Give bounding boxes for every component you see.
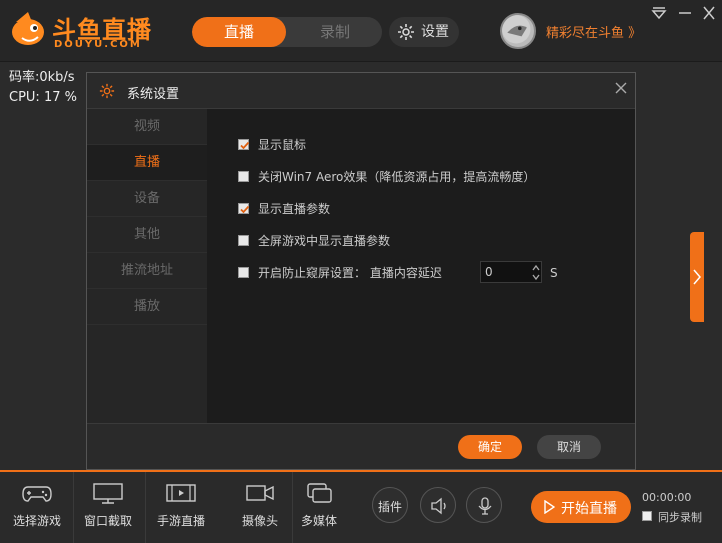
brand-domain: DOUYU.COM bbox=[54, 39, 142, 50]
promo-link[interactable]: 精彩尽在斗鱼 》 bbox=[546, 22, 641, 41]
dropdown-menu-icon[interactable] bbox=[650, 6, 668, 20]
option-anti-peek: 开启防止窥屏设置： 直播内容延迟 0 S bbox=[238, 261, 618, 283]
minimize-icon[interactable] bbox=[676, 6, 694, 20]
speaker-icon bbox=[431, 497, 446, 515]
spin-down-icon[interactable] bbox=[531, 273, 541, 282]
film-icon bbox=[166, 484, 196, 502]
camera-icon bbox=[246, 485, 274, 501]
chevron-right-icon bbox=[693, 269, 701, 285]
disable-aero-checkbox[interactable] bbox=[238, 171, 249, 182]
douyu-logo: 斗鱼直播 DOUYU.COM bbox=[8, 6, 168, 56]
sync-record-option: 同步录制 bbox=[642, 509, 712, 524]
gamepad-icon bbox=[22, 486, 52, 502]
fullscreen-params-checkbox[interactable] bbox=[238, 235, 249, 246]
start-live-label: 开始直播 bbox=[561, 501, 617, 517]
bottom-toolbar: 选择游戏 窗口截取 手游直播 摄像头 多媒体 插件 开始直播 00:00:00 … bbox=[0, 470, 722, 543]
side-panel-toggle[interactable] bbox=[690, 232, 704, 322]
delay-stepper[interactable]: 0 bbox=[480, 261, 542, 283]
avatar[interactable] bbox=[500, 13, 536, 49]
anti-peek-label: 开启防止窥屏设置： 直播内容延迟 bbox=[258, 266, 442, 280]
sidebar-item-stream-url[interactable]: 推流地址 bbox=[87, 253, 207, 289]
show-stream-params-checkbox[interactable] bbox=[238, 203, 250, 214]
gear-icon bbox=[99, 83, 115, 99]
sync-record-checkbox[interactable] bbox=[642, 511, 652, 521]
close-icon[interactable] bbox=[614, 81, 628, 95]
cancel-button[interactable]: 取消 bbox=[537, 435, 601, 459]
tab-live[interactable]: 直播 bbox=[192, 17, 286, 47]
disable-aero-label: 关闭Win7 Aero效果（降低资源占用，提高流畅度） bbox=[258, 170, 536, 184]
microphone-icon bbox=[478, 497, 492, 515]
tab-record[interactable]: 录制 bbox=[288, 17, 382, 47]
confirm-button[interactable]: 确定 bbox=[458, 435, 522, 459]
speaker-button[interactable] bbox=[420, 487, 456, 523]
live-timer: 00:00:00 bbox=[642, 491, 692, 504]
mode-tabs: 直播 录制 bbox=[192, 17, 382, 47]
select-game-button[interactable]: 选择游戏 bbox=[2, 472, 72, 543]
select-game-label: 选择游戏 bbox=[12, 514, 61, 528]
mobile-game-live-label: 手游直播 bbox=[156, 514, 205, 528]
sidebar-item-video[interactable]: 视频 bbox=[87, 109, 207, 145]
system-settings-dialog: 系统设置 视频 直播 设备 其他 推流地址 播放 显示鼠标 关闭Win7 Aer… bbox=[86, 72, 636, 470]
dialog-title-bar: 系统设置 bbox=[87, 73, 635, 109]
window-capture-button[interactable]: 窗口截取 bbox=[73, 472, 143, 543]
close-icon[interactable] bbox=[700, 6, 718, 20]
show-cursor-label: 显示鼠标 bbox=[258, 138, 307, 152]
show-stream-params-label: 显示直播参数 bbox=[258, 202, 331, 216]
stream-stats: 码率:0kb/s CPU: 17 % bbox=[9, 68, 77, 108]
play-icon bbox=[544, 500, 555, 514]
multimedia-button[interactable]: 多媒体 bbox=[284, 472, 354, 543]
gear-icon bbox=[398, 24, 414, 40]
avatar-shark-icon bbox=[502, 15, 531, 44]
top-bar: 斗鱼直播 DOUYU.COM 直播 录制 设置 精彩尽在斗鱼 》 bbox=[0, 0, 722, 62]
sync-record-label: 同步录制 bbox=[658, 511, 702, 524]
delay-unit: S bbox=[550, 266, 558, 280]
dialog-title: 系统设置 bbox=[127, 87, 180, 102]
plugin-label: 插件 bbox=[377, 500, 402, 514]
anti-peek-checkbox[interactable] bbox=[238, 267, 249, 278]
bitrate-text: 码率:0kb/s bbox=[9, 70, 75, 85]
check-icon bbox=[240, 205, 250, 214]
monitor-icon bbox=[93, 483, 123, 504]
spin-up-icon[interactable] bbox=[531, 263, 541, 272]
window-capture-label: 窗口截取 bbox=[83, 514, 132, 528]
plugin-button[interactable]: 插件 bbox=[372, 487, 408, 523]
media-icon bbox=[307, 483, 332, 503]
settings-content: 显示鼠标 关闭Win7 Aero效果（降低资源占用，提高流畅度） 显示直播参数 … bbox=[207, 109, 635, 423]
multimedia-label: 多媒体 bbox=[300, 514, 337, 528]
show-cursor-checkbox[interactable] bbox=[238, 139, 250, 150]
mobile-game-live-button[interactable]: 手游直播 bbox=[146, 472, 216, 543]
sidebar-item-live[interactable]: 直播 bbox=[87, 145, 207, 181]
start-live-button[interactable]: 开始直播 bbox=[531, 491, 631, 523]
fullscreen-params-label: 全屏游戏中显示直播参数 bbox=[258, 234, 391, 248]
settings-sidebar: 视频 直播 设备 其他 推流地址 播放 bbox=[87, 109, 207, 423]
fish-logo-icon bbox=[12, 12, 44, 45]
microphone-button[interactable] bbox=[466, 487, 502, 523]
settings-button[interactable]: 设置 bbox=[389, 17, 459, 47]
settings-label: 设置 bbox=[421, 24, 449, 40]
sidebar-item-other[interactable]: 其他 bbox=[87, 217, 207, 253]
check-icon bbox=[240, 141, 250, 150]
delay-value: 0 bbox=[485, 265, 493, 279]
sidebar-item-device[interactable]: 设备 bbox=[87, 181, 207, 217]
cpu-text: CPU: 17 % bbox=[9, 90, 77, 105]
dialog-footer: 确定 取消 bbox=[87, 423, 635, 469]
sidebar-item-playback[interactable]: 播放 bbox=[87, 289, 207, 325]
